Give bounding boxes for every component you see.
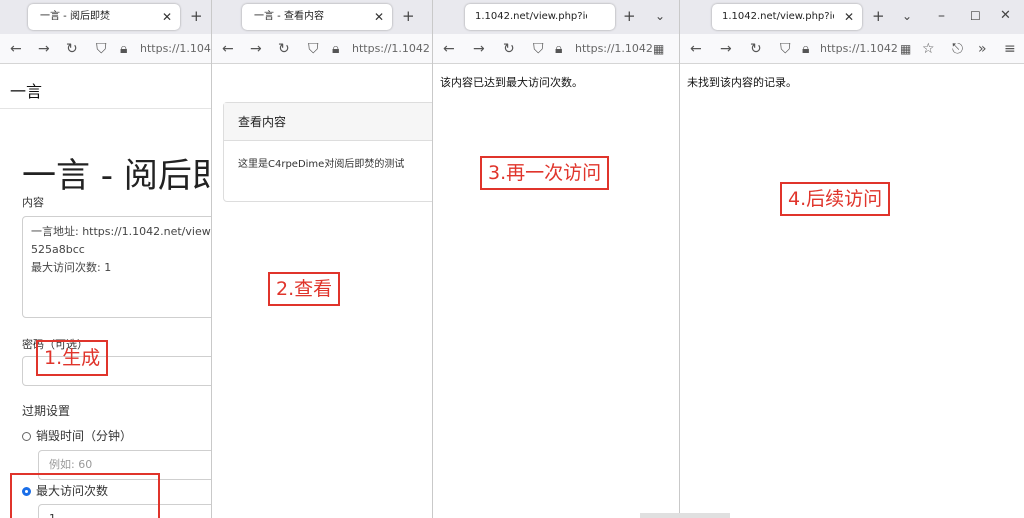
divider	[0, 108, 211, 109]
radio-destroy-time[interactable]: 销毁时间（分钟）	[22, 427, 132, 444]
tab-later[interactable]: 1.1042.net/view.php?id=32 ✕	[712, 4, 862, 30]
reload-icon[interactable]: ↻	[503, 39, 515, 59]
tab-generate[interactable]: 一言 - 阅后即焚 ✕	[28, 4, 180, 30]
lock-icon: 🔒︎	[120, 41, 128, 57]
shield-icon: ⛉	[96, 41, 107, 57]
tab-bar: 一言 - 查看内容 ✕ +	[212, 0, 432, 34]
radio-label: 销毁时间（分钟）	[36, 429, 133, 443]
expiry-label: 过期设置	[22, 404, 71, 418]
page-content: 该内容已达到最大访问次数。	[433, 64, 679, 518]
content-label: 内容	[22, 196, 44, 209]
annotation-revisit: 3.再一次访问	[480, 156, 610, 190]
annotation-generate: 1.生成	[36, 340, 109, 376]
extensions-icon[interactable]: ⎋	[952, 39, 963, 59]
qr-code-icon[interactable]: ▦	[900, 39, 911, 59]
forward-icon[interactable]: →	[473, 39, 485, 59]
tab-revisit[interactable]: 1.1042.net/view.php?id=32	[465, 4, 615, 30]
new-tab-icon[interactable]: +	[623, 5, 636, 27]
back-icon[interactable]: ←	[443, 39, 455, 59]
back-icon[interactable]: ←	[690, 39, 702, 59]
card-title: 查看内容	[224, 103, 432, 141]
new-tab-icon[interactable]: +	[190, 5, 203, 27]
url-field[interactable]: https://1.1042	[820, 40, 898, 58]
annotation-highlight-box	[10, 473, 160, 518]
tab-bar: 1.1042.net/view.php?id=32 ✕ + ⌄ – ☐ ✕	[680, 0, 1024, 34]
tab-title: 1.1042.net/view.php?id=32	[722, 11, 834, 22]
watermark	[640, 506, 730, 518]
more-tools-icon[interactable]: »	[978, 39, 987, 59]
content-textarea[interactable]: 一言地址: https://1.1042.net/view 525a8bcc 最…	[22, 216, 211, 318]
close-tab-icon[interactable]: ✕	[374, 4, 384, 30]
tab-title: 一言 - 阅后即焚	[40, 11, 110, 22]
nav-bar: ← → ↻ ⛉ 🔒︎ https://1.1042	[212, 34, 432, 64]
status-message: 该内容已达到最大访问次数。	[440, 76, 583, 89]
watermark-logo	[640, 513, 730, 518]
card-text: 这里是C4rpeDime对阅后即焚的测试	[238, 159, 405, 170]
star-icon[interactable]: ☆	[922, 39, 935, 59]
shield-icon: ⛉	[308, 41, 319, 57]
url-field[interactable]: https://1.1042	[575, 40, 653, 58]
lock-icon: 🔒︎	[555, 41, 563, 57]
radio-circle[interactable]	[22, 432, 31, 441]
annotation-view: 2.查看	[268, 272, 341, 306]
forward-icon[interactable]: →	[250, 39, 262, 59]
qr-code-icon[interactable]: ▦	[653, 39, 664, 59]
close-window-icon[interactable]: ✕	[1000, 5, 1011, 27]
browser-window-generate: 一言 - 阅后即焚 ✕ + ← → ↻ ⛉ 🔒︎ https://1.1042 …	[0, 0, 212, 518]
close-tab-icon[interactable]: ✕	[162, 4, 172, 30]
tab-title: 一言 - 查看内容	[254, 11, 324, 22]
forward-icon[interactable]: →	[38, 39, 50, 59]
browser-window-view: 一言 - 查看内容 ✕ + ← → ↻ ⛉ 🔒︎ https://1.1042 …	[212, 0, 433, 518]
shield-icon: ⛉	[533, 41, 544, 57]
new-tab-icon[interactable]: +	[872, 5, 885, 27]
content-line: 一言地址: https://1.1042.net/view	[31, 225, 211, 238]
back-icon[interactable]: ←	[10, 39, 22, 59]
shield-icon: ⛉	[780, 41, 791, 57]
content-card: 查看内容 这里是C4rpeDime对阅后即焚的测试	[223, 102, 432, 202]
lock-icon: 🔒︎	[332, 41, 340, 57]
url-field[interactable]: https://1.1042	[352, 40, 430, 58]
page-content: 一言 一言 - 阅后即 内容 一言地址: https://1.1042.net/…	[0, 64, 211, 518]
page-content: 未找到该内容的记录。	[680, 64, 1024, 518]
lock-icon: 🔒︎	[802, 41, 810, 57]
url-field[interactable]: https://1.1042	[140, 40, 211, 58]
content-line: 525a8bcc	[31, 243, 85, 256]
browser-window-revisit: 1.1042.net/view.php?id=32 + ⌄ ← → ↻ ⛉ 🔒︎…	[433, 0, 680, 518]
close-tab-icon[interactable]: ✕	[844, 4, 854, 30]
new-tab-icon[interactable]: +	[402, 5, 415, 27]
tab-title: 1.1042.net/view.php?id=32	[475, 11, 587, 22]
maximize-icon[interactable]: ☐	[970, 5, 981, 27]
minimize-icon[interactable]: –	[938, 5, 945, 27]
forward-icon[interactable]: →	[720, 39, 732, 59]
tab-bar: 1.1042.net/view.php?id=32 + ⌄	[433, 0, 679, 34]
status-message: 未找到该内容的记录。	[687, 76, 797, 89]
brand[interactable]: 一言	[10, 78, 42, 102]
chevron-down-icon[interactable]: ⌄	[902, 5, 912, 27]
menu-icon[interactable]: ≡	[1004, 39, 1016, 59]
content-line: 最大访问次数: 1	[31, 261, 112, 274]
back-icon[interactable]: ←	[222, 39, 234, 59]
page-title: 一言 - 阅后即	[22, 156, 212, 196]
nav-bar: ← → ↻ ⛉ 🔒︎ https://1.1042	[0, 34, 211, 64]
browser-window-later: 1.1042.net/view.php?id=32 ✕ + ⌄ – ☐ ✕ ← …	[680, 0, 1024, 518]
annotation-later: 4.后续访问	[780, 182, 891, 216]
reload-icon[interactable]: ↻	[278, 39, 290, 59]
tab-view[interactable]: 一言 - 查看内容 ✕	[242, 4, 392, 30]
reload-icon[interactable]: ↻	[750, 39, 762, 59]
nav-bar: ← → ↻ ⛉ 🔒︎ https://1.1042 ▦	[433, 34, 679, 64]
chevron-down-icon[interactable]: ⌄	[655, 5, 665, 27]
nav-bar: ← → ↻ ⛉ 🔒︎ https://1.1042 ▦ ☆ ⎋ » ≡	[680, 34, 1024, 64]
tab-bar: 一言 - 阅后即焚 ✕ +	[0, 0, 211, 34]
reload-icon[interactable]: ↻	[66, 39, 78, 59]
